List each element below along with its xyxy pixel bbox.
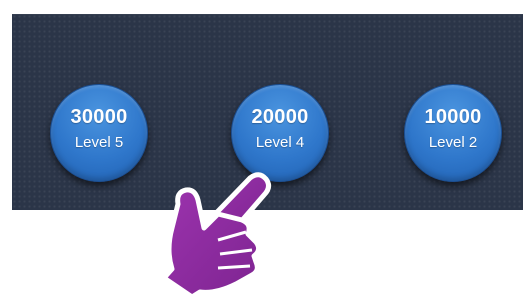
pointing-hand-icon [161,172,272,298]
screen: 30000 Level 5 20000 Level 4 10000 Level … [0,0,523,298]
level-2-label: Level 2 [428,134,478,151]
level-2-button[interactable]: 10000 Level 2 [404,84,502,182]
level-4-label: Level 4 [255,134,305,151]
level-4-amount: 20000 [251,106,309,128]
level-5-button[interactable]: 30000 Level 5 [50,84,148,182]
level-2-amount: 10000 [424,106,482,128]
level-5-amount: 30000 [70,106,128,128]
level-5-label: Level 5 [74,134,124,151]
